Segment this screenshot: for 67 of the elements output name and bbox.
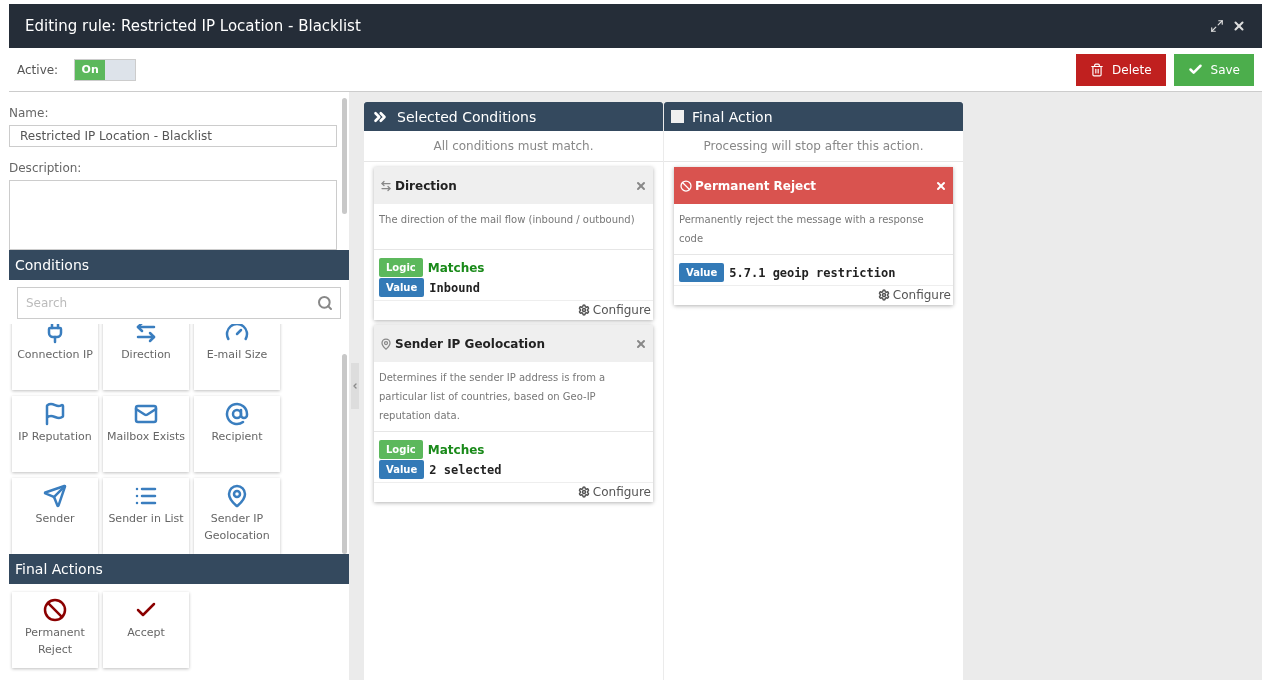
name-label: Name: [9,106,50,120]
action-tile[interactable]: Permanent Reject [12,592,98,668]
search-field[interactable]: Search [17,287,341,319]
gear-icon [577,486,590,498]
column-note: Processing will stop after this action. [664,131,963,162]
gear-icon [577,304,590,316]
logic-tag: Logic [379,440,423,459]
condition-tile[interactable]: IP Reputation [12,396,98,472]
condition-tile[interactable]: Connection IP [12,324,98,390]
name-field[interactable]: Restricted IP Location - Blacklist [9,125,337,147]
description-label: Description: [9,161,83,175]
configure-button[interactable]: Configure [577,303,651,317]
ban-icon [680,179,692,192]
action-tile[interactable]: Accept [103,592,189,668]
card-title: Sender IP Geolocation [395,336,547,351]
map-pin-icon [225,484,249,508]
caret-icon [351,381,359,391]
configure-button[interactable]: Configure [877,288,951,302]
card-description: Permanently reject the message with a response code [674,204,953,255]
arrows-icon [380,179,392,192]
at-sign-icon [225,402,249,426]
collapse-handle[interactable] [351,363,359,409]
value-tag: Value [379,278,425,297]
card-title: Permanent Reject [695,178,818,193]
description-field[interactable] [9,180,337,250]
close-icon[interactable] [1232,19,1246,33]
trash-icon [1090,62,1105,77]
maximize-icon[interactable] [1210,19,1224,33]
condition-tile[interactable]: Recipient [194,396,280,472]
flag-icon [43,402,67,426]
value-text: 5.7.1 geoip restriction [729,265,896,280]
logic-text: Matches [427,442,485,457]
envelope-icon [134,402,158,426]
condition-tile[interactable]: E-mail Size [194,324,280,390]
search-icon [317,295,333,311]
configure-button[interactable]: Configure [577,485,651,499]
scrollbar[interactable] [342,354,347,554]
card-description: Determines if the sender IP address is from a particular list of countries, based on Geo-IP reputation data. [374,362,653,432]
gear-icon [877,289,890,301]
checkmark-icon [1187,62,1203,77]
value-text: 2 selected [429,462,502,477]
map-pin-icon [380,337,392,350]
column-title: Selected Conditions [397,108,537,125]
value-text: Inbound [429,280,480,295]
arrows-icon [134,324,158,344]
condition-tile[interactable]: Mailbox Exists [103,396,189,472]
final-actions-header: Final Actions [9,554,349,584]
window-title: Editing rule: Restricted IP Location - Blacklist [25,17,362,35]
conditions-header: Conditions [9,250,349,280]
column-note: All conditions must match. [364,131,663,162]
value-tag: Value [679,263,725,282]
value-tag: Value [379,460,425,479]
card-description: The direction of the mail flow (inbound / outbound) [374,204,653,250]
scrollbar[interactable] [342,98,347,214]
condition-tile[interactable]: Sender in List [103,478,189,554]
card-title: Direction [395,178,458,193]
logic-text: Matches [427,260,485,275]
condition-tile[interactable]: Sender [12,478,98,554]
condition-tile[interactable]: Direction [103,324,189,390]
column-title: Final Action [692,108,773,125]
paper-plane-icon [43,484,67,508]
ban-icon [43,598,67,622]
active-label: Active: [17,62,59,77]
logic-tag: Logic [379,258,423,277]
condition-tile[interactable]: Sender IP Geolocation [194,478,280,554]
checkbox[interactable] [671,110,684,123]
delete-button[interactable]: Delete [1076,53,1166,86]
